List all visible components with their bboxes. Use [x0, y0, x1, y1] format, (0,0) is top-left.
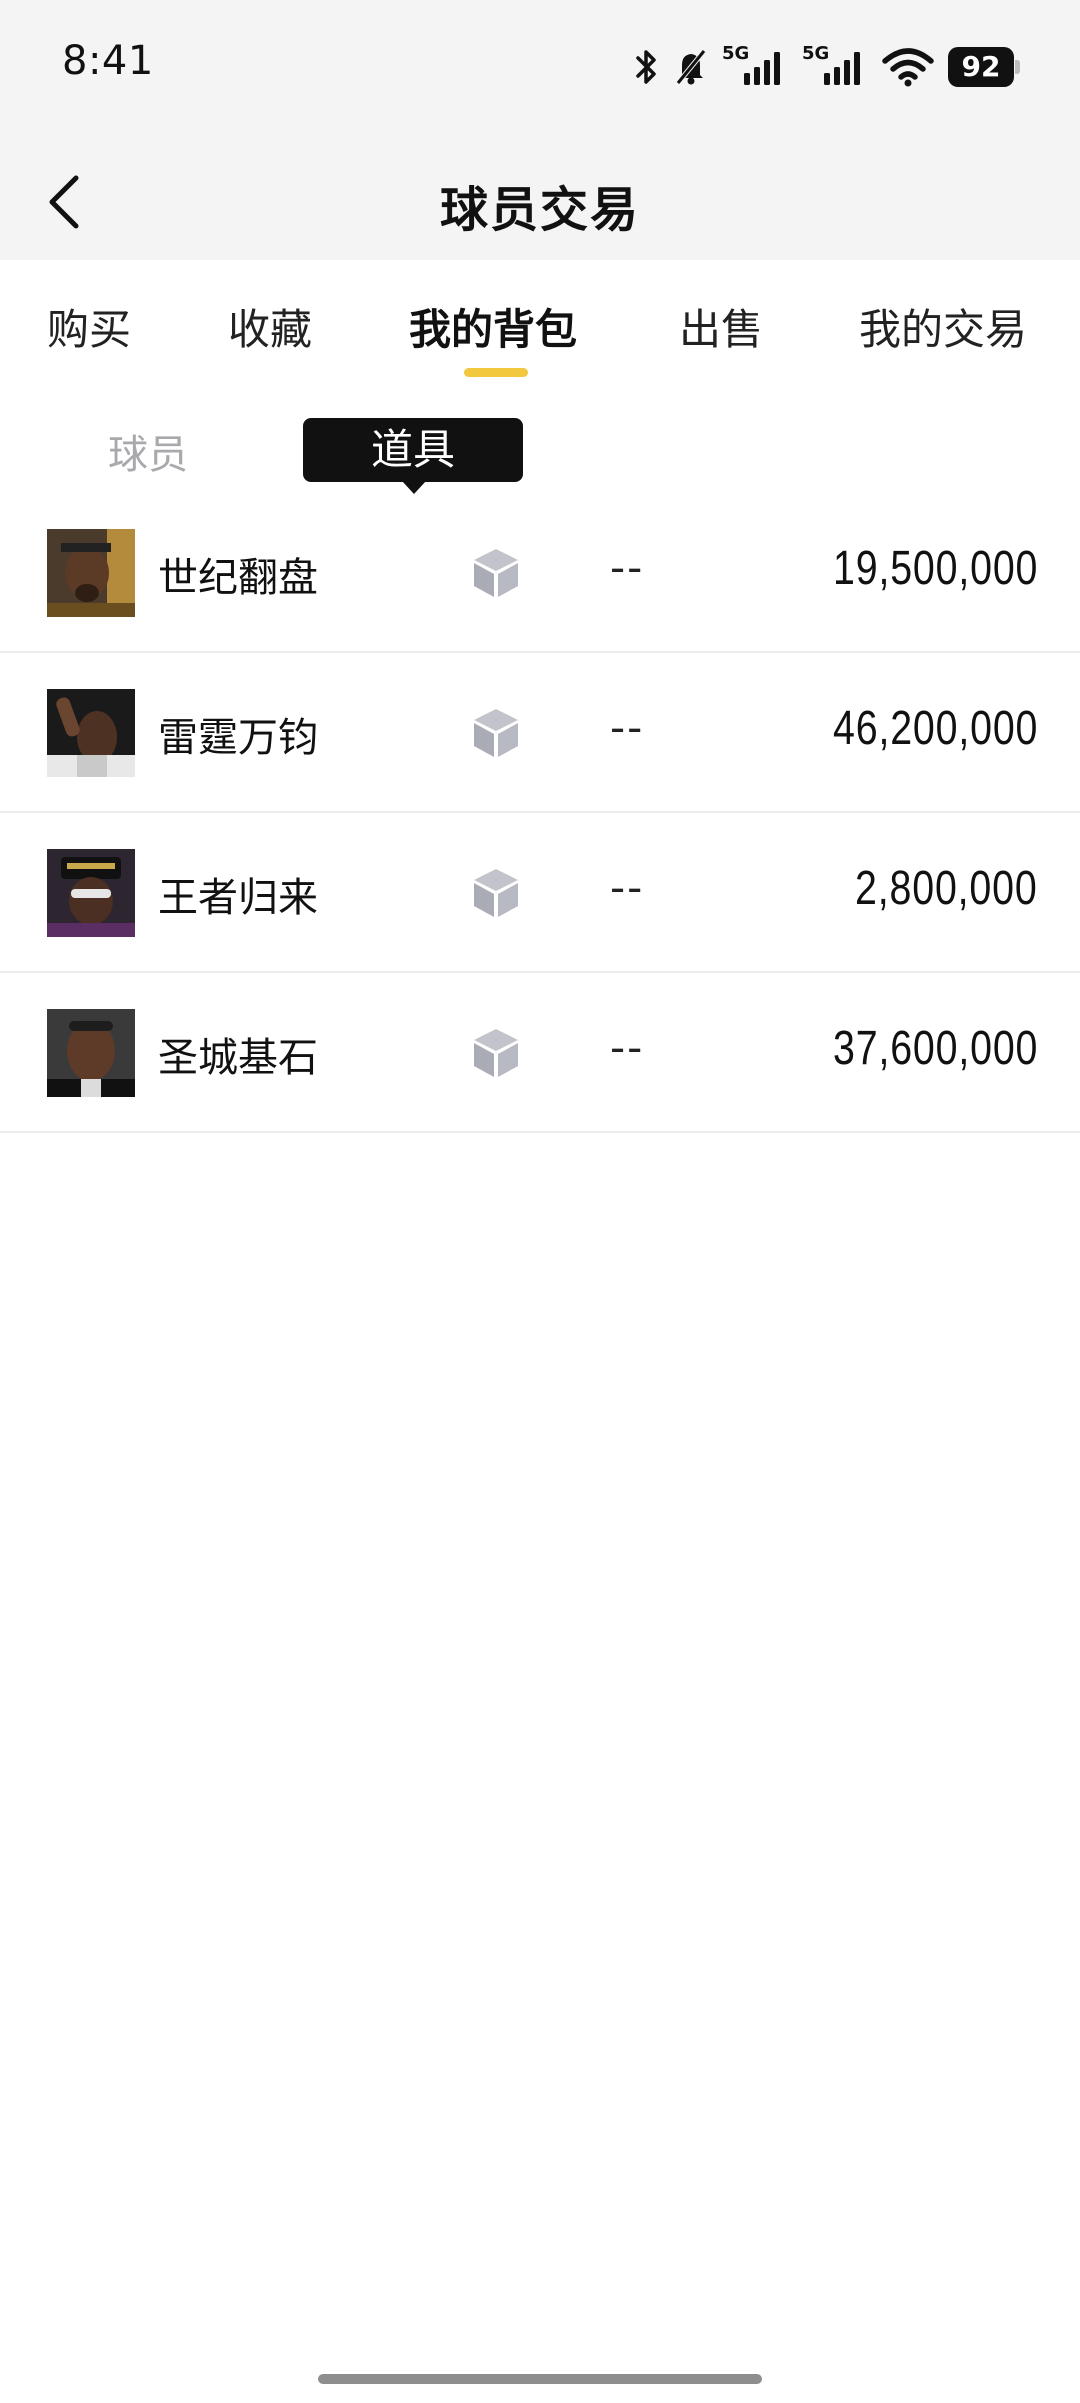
item-value: 2,800,000 [855, 862, 1038, 915]
battery-level: 92 [948, 47, 1014, 87]
battery-cap [1015, 60, 1020, 74]
player-avatar [47, 689, 135, 777]
list-item[interactable]: 世纪翻盘 -- 19,500,000 [0, 493, 1080, 653]
cube-icon [474, 869, 518, 917]
list-item[interactable]: 王者归来 -- 2,800,000 [0, 813, 1080, 973]
cube-icon [474, 1029, 518, 1077]
item-value: 19,500,000 [832, 542, 1038, 595]
signal-group-1: 5G [722, 43, 788, 87]
sub-tabs: 球员 道具 [0, 400, 1080, 494]
signal-icon [744, 52, 780, 85]
item-value: 37,600,000 [832, 1022, 1038, 1075]
item-status: -- [610, 863, 645, 912]
item-name: 圣城基石 [158, 1035, 318, 1081]
cube-icon [474, 549, 518, 597]
subtab-items[interactable]: 道具 [303, 418, 523, 494]
bluetooth-icon [636, 50, 656, 84]
item-name: 王者归来 [158, 875, 318, 921]
player-avatar [47, 849, 135, 937]
player-avatar [47, 1009, 135, 1097]
main-tabs: 购买 收藏 我的背包 出售 我的交易 [0, 260, 1080, 380]
wifi-icon [882, 48, 934, 87]
mute-bell-icon [676, 49, 706, 85]
tab-sell[interactable]: 出售 [679, 296, 763, 357]
list-item[interactable]: 圣城基石 -- 37,600,000 [0, 973, 1080, 1133]
tab-buy[interactable]: 购买 [47, 296, 131, 357]
page-title: 球员交易 [439, 182, 640, 238]
battery-icon: 92 [948, 47, 1020, 87]
item-name: 雷霆万钧 [158, 715, 318, 761]
status-time: 8:41 [62, 38, 154, 84]
item-name: 世纪翻盘 [158, 555, 318, 601]
signal-group-2: 5G [802, 43, 868, 87]
tab-favorites[interactable]: 收藏 [228, 296, 312, 357]
cube-icon [474, 709, 518, 757]
item-value: 46,200,000 [832, 702, 1038, 755]
item-status: -- [610, 703, 645, 752]
status-icons: 5G 5G 92 [634, 42, 1020, 92]
subtab-players[interactable]: 球员 [108, 422, 188, 480]
active-tab-indicator [464, 368, 528, 377]
tab-my-backpack[interactable]: 我的背包 [409, 296, 577, 357]
nav-bar: 球员交易 [0, 140, 1080, 260]
item-status: -- [610, 1023, 645, 1072]
list-item[interactable]: 雷霆万钧 -- 46,200,000 [0, 653, 1080, 813]
signal-icon [824, 52, 860, 85]
player-avatar [47, 529, 135, 617]
status-bar: 8:41 5G 5G 92 [0, 0, 1080, 140]
item-status: -- [610, 543, 645, 592]
item-list: 世纪翻盘 -- 19,500,000 雷霆万钧 -- 46,200,000 王者… [0, 493, 1080, 1133]
home-indicator[interactable] [318, 2374, 762, 2384]
tab-my-trades[interactable]: 我的交易 [859, 296, 1027, 357]
